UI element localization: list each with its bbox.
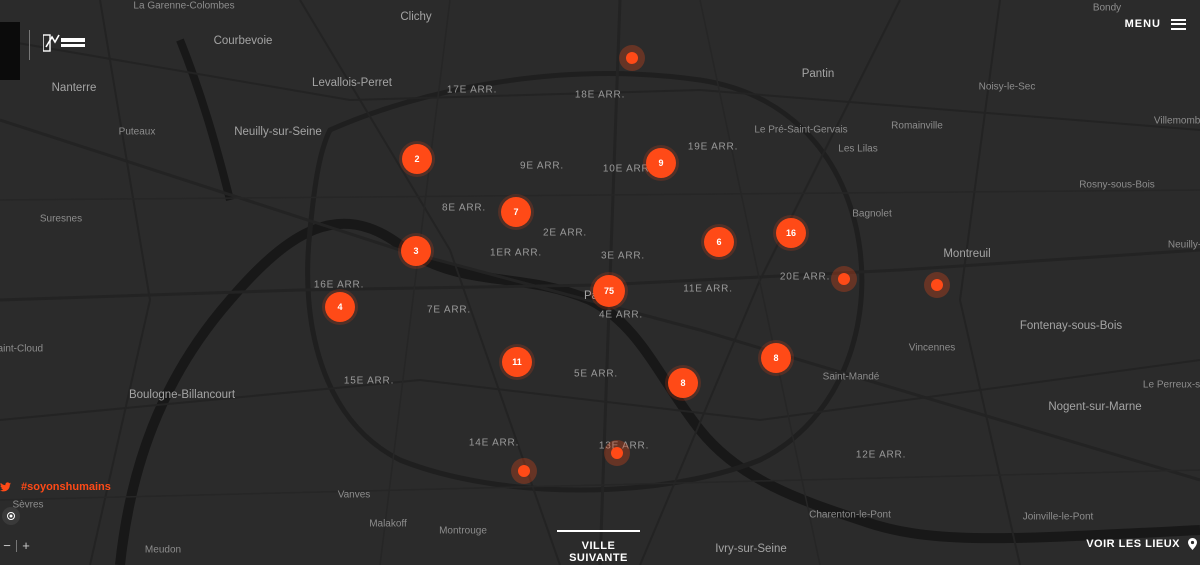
cluster-marker[interactable]: 8	[761, 343, 791, 373]
cluster-marker[interactable]: 6	[704, 227, 734, 257]
twitter-icon[interactable]	[0, 482, 11, 492]
cluster-marker[interactable]: 11	[502, 347, 532, 377]
place-label: Saint-Mandé	[822, 371, 880, 383]
fondation-logo[interactable]	[0, 22, 20, 80]
place-label: 3E ARR.	[601, 250, 645, 262]
marker-dot	[838, 273, 850, 285]
emmaus-logo[interactable]	[43, 33, 87, 55]
place-label: Courbevoie	[213, 35, 273, 47]
place-label: 12E ARR.	[855, 449, 907, 461]
place-label: Noisy-le-Sec	[978, 81, 1036, 93]
next-city-label: VILLE SUIVANTE	[569, 540, 628, 564]
cluster-marker[interactable]: 7	[501, 197, 531, 227]
see-places-label: VOIR LES LIEUX	[1086, 538, 1180, 550]
place-label: 11E ARR.	[683, 283, 733, 295]
social-share: #soyonshumains	[0, 481, 111, 493]
place-label: Charenton-le-Pont	[809, 509, 891, 521]
cluster-marker[interactable]: 75	[593, 275, 625, 307]
hamburger-icon	[1171, 18, 1186, 30]
location-marker[interactable]	[619, 45, 645, 71]
logo-divider	[29, 30, 30, 60]
place-label: Rosny-sous-Bois	[1079, 179, 1155, 191]
place-label: Romainville	[891, 120, 943, 132]
place-label: 5E ARR.	[574, 368, 618, 380]
place-label: Nogent-sur-Marne	[1048, 401, 1142, 413]
place-label: Montreuil	[943, 248, 991, 260]
cluster-marker[interactable]: 16	[776, 218, 806, 248]
location-marker[interactable]	[511, 458, 537, 484]
place-label: Nanterre	[51, 82, 97, 94]
place-label: 16E ARR.	[313, 279, 365, 291]
place-label: 18E ARR.	[574, 89, 626, 101]
zoom-out-button[interactable]: −	[0, 538, 14, 553]
place-label: Vanves	[337, 489, 371, 501]
crosshair-icon	[7, 512, 15, 520]
menu-button[interactable]: MENU	[1125, 18, 1186, 30]
place-label: Le Perreux-sur	[1142, 379, 1200, 391]
place-label: 2E ARR.	[543, 227, 587, 239]
map-canvas[interactable]: La Garenne-Colombes Clichy Courbevoie Leval…	[0, 0, 1200, 565]
place-label: Les Lilas	[838, 143, 878, 155]
marker-dot	[626, 52, 638, 64]
next-city-button[interactable]: VILLE SUIVANTE	[557, 530, 640, 564]
place-label: La Garenne-Colombes	[133, 0, 235, 12]
place-label: Puteaux	[118, 126, 156, 138]
place-label: Neuilly-sur-Seine	[234, 126, 322, 138]
place-label: 1ER ARR.	[490, 247, 542, 259]
location-marker[interactable]	[604, 440, 630, 466]
place-label: 14E ARR.	[468, 437, 520, 449]
place-label: Saint-Cloud	[0, 343, 44, 355]
location-marker[interactable]	[831, 266, 857, 292]
zoom-in-button[interactable]: +	[19, 538, 33, 553]
hashtag-link[interactable]: #soyonshumains	[21, 481, 111, 493]
place-label: Suresnes	[39, 213, 83, 225]
zoom-control: − +	[0, 538, 33, 553]
place-label: Clichy	[400, 11, 432, 23]
place-label: Neuilly-Pl	[1167, 239, 1200, 251]
place-label: Montrouge	[439, 525, 487, 537]
place-label: Malakoff	[369, 518, 407, 530]
marker-dot	[931, 279, 943, 291]
cluster-marker[interactable]: 8	[668, 368, 698, 398]
place-label: 19E ARR.	[687, 141, 739, 153]
map-pin-icon	[1188, 538, 1197, 550]
locate-button[interactable]	[2, 507, 20, 525]
place-label: Boulogne-Billancourt	[128, 389, 236, 401]
place-label: Bagnolet	[852, 208, 892, 220]
place-label: 9E ARR.	[520, 160, 564, 172]
marker-dot	[611, 447, 623, 459]
place-label: 20E ARR.	[779, 271, 831, 283]
place-label: Villemomble	[1153, 115, 1200, 127]
cluster-marker[interactable]: 3	[401, 236, 431, 266]
place-label: Fontenay-sous-Bois	[1019, 320, 1123, 332]
place-label: Levallois-Perret	[312, 77, 392, 89]
place-label: Joinville-le-Pont	[1022, 511, 1094, 523]
place-label: 17E ARR.	[446, 84, 498, 96]
place-label: Vincennes	[908, 342, 956, 354]
zoom-divider	[16, 539, 17, 552]
place-label: 7E ARR.	[427, 304, 471, 316]
cluster-marker[interactable]: 9	[646, 148, 676, 178]
place-label: Ivry-sur-Seine	[715, 543, 787, 555]
place-label: Pantin	[801, 68, 835, 80]
see-places-button[interactable]: VOIR LES LIEUX	[1086, 538, 1197, 550]
cluster-marker[interactable]: 2	[402, 144, 432, 174]
location-marker[interactable]	[924, 272, 950, 298]
place-label: Bondy	[1092, 2, 1122, 14]
menu-label: MENU	[1124, 18, 1161, 30]
place-label: 15E ARR.	[343, 375, 395, 387]
place-label: 8E ARR.	[442, 202, 486, 214]
place-label: Meudon	[144, 544, 182, 556]
cluster-marker[interactable]: 4	[325, 292, 355, 322]
place-label: Le Pré-Saint-Gervais	[754, 124, 848, 136]
place-label: 4E ARR.	[599, 309, 643, 321]
marker-dot	[518, 465, 530, 477]
